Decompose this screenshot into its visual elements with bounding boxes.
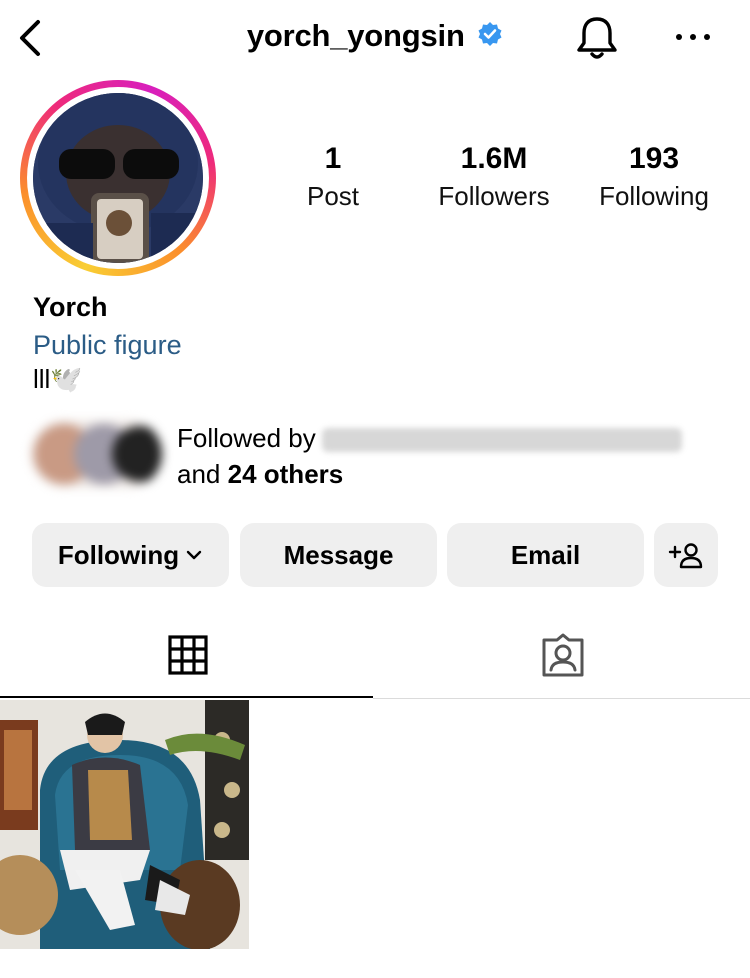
message-button-label: Message bbox=[283, 539, 394, 570]
stat-followers-label: Followers bbox=[438, 181, 550, 211]
tab-grid[interactable] bbox=[0, 612, 375, 698]
tab-selected-indicator bbox=[0, 696, 373, 698]
stat-posts-label: Post bbox=[306, 181, 360, 211]
story-ring[interactable] bbox=[20, 80, 216, 276]
stat-following-value: 193 bbox=[628, 142, 680, 175]
mutual-followers-avatars[interactable] bbox=[30, 420, 162, 488]
stat-following[interactable]: 193 Following bbox=[584, 140, 724, 214]
stat-following-label: Following bbox=[599, 181, 709, 211]
add-person-icon bbox=[668, 543, 703, 569]
bell-icon[interactable] bbox=[574, 14, 620, 62]
stat-posts[interactable]: 1 Post bbox=[283, 140, 383, 214]
stat-posts-value: 1 bbox=[324, 142, 342, 175]
verified-badge-icon bbox=[477, 21, 503, 47]
avatar[interactable] bbox=[33, 93, 203, 263]
grid-icon bbox=[167, 635, 208, 675]
followed-by-others: 24 others bbox=[227, 459, 344, 489]
more-options-icon[interactable] bbox=[672, 22, 714, 52]
following-button[interactable]: Following bbox=[32, 523, 229, 587]
avatar-frame bbox=[27, 87, 209, 269]
suggested-people-button[interactable] bbox=[654, 523, 718, 587]
blurred-follower-names bbox=[321, 428, 682, 453]
stat-followers-value: 1.6M bbox=[460, 142, 528, 175]
post-thumbnail[interactable] bbox=[0, 700, 249, 949]
followed-by-line-2: and 24 others bbox=[177, 456, 682, 492]
profile-name: Yorch bbox=[33, 292, 108, 322]
message-button[interactable]: Message bbox=[240, 523, 437, 587]
tab-tagged[interactable] bbox=[375, 612, 750, 698]
followed-by-prefix: Followed by bbox=[177, 423, 316, 453]
profile-bio: lll🕊️ bbox=[33, 364, 83, 394]
followed-by-and: and bbox=[177, 459, 221, 489]
followed-by-line-1: Followed by bbox=[177, 420, 682, 456]
title-wrap: yorch_yongsin bbox=[0, 18, 750, 54]
stat-followers[interactable]: 1.6M Followers bbox=[425, 140, 563, 214]
tab-divider bbox=[373, 698, 750, 699]
chevron-down-icon bbox=[186, 550, 202, 560]
profile-category[interactable]: Public figure bbox=[33, 330, 182, 361]
email-button-label: Email bbox=[510, 539, 581, 570]
tagged-person-icon bbox=[542, 633, 583, 677]
username-title[interactable]: yorch_yongsin bbox=[247, 18, 465, 54]
followed-by-text[interactable]: Followed by and 24 others bbox=[177, 420, 682, 492]
following-button-label: Following bbox=[57, 539, 180, 570]
email-button[interactable]: Email bbox=[447, 523, 644, 587]
top-bar: yorch_yongsin bbox=[0, 0, 750, 80]
